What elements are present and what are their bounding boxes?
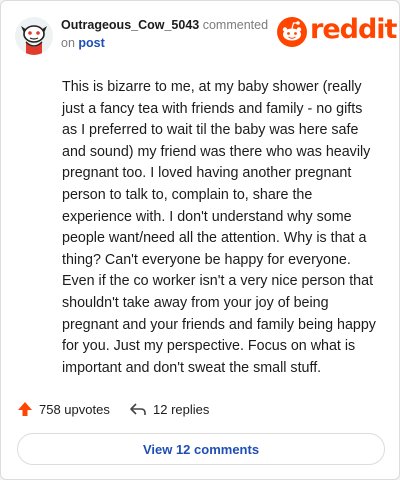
- upvote-button[interactable]: 758 upvotes: [17, 399, 110, 419]
- view-comments-button[interactable]: View 12 comments: [17, 433, 385, 465]
- reddit-logo[interactable]: reddit: [277, 14, 397, 47]
- post-link[interactable]: post: [78, 36, 104, 50]
- avatar[interactable]: [15, 17, 53, 55]
- reply-count: 12 replies: [153, 401, 210, 417]
- upvote-arrow-icon: [18, 402, 32, 416]
- comment-meta: Outrageous_Cow_5043 commented on post: [61, 16, 281, 52]
- reply-arrow-icon: [130, 403, 146, 415]
- comment-header: Outrageous_Cow_5043 commented on post re…: [15, 13, 397, 55]
- on-text: on: [61, 36, 75, 50]
- comment-card: Outrageous_Cow_5043 commented on post re…: [0, 0, 400, 480]
- snoo-avatar-icon: [15, 17, 53, 55]
- reddit-wordmark: reddit: [310, 14, 397, 45]
- upvote-count: 758 upvotes: [39, 401, 110, 417]
- comment-body: This is bizarre to me, at my baby shower…: [62, 79, 376, 376]
- commented-text: commented: [202, 18, 269, 32]
- replies-button[interactable]: 12 replies: [129, 399, 209, 419]
- comment-actions: 758 upvotes 12 replies: [17, 399, 383, 419]
- reddit-alien-icon: [277, 17, 307, 47]
- author-username[interactable]: Outrageous_Cow_5043: [61, 18, 199, 32]
